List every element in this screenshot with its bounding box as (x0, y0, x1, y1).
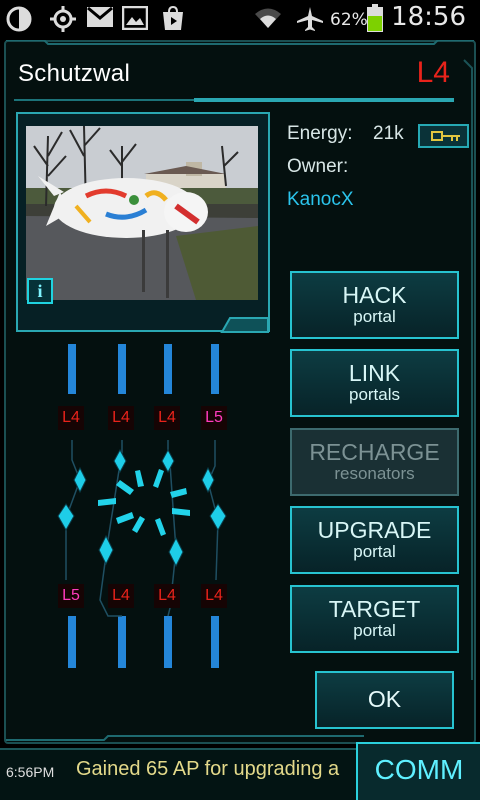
hack-portal-button[interactable]: HACK portal (290, 271, 459, 339)
resonator-diagram (57, 344, 227, 668)
resonator-gems (57, 448, 227, 568)
target-sublabel: portal (353, 621, 396, 640)
resonator-level-5: L5 (58, 584, 84, 608)
resonator-level-2: L4 (108, 406, 134, 430)
recharge-sublabel: resonators (334, 464, 415, 483)
portal-level: L4 (416, 56, 450, 89)
status-bar: 62% 18:56 (0, 0, 480, 36)
link-label: LINK (348, 360, 401, 386)
resonator-level-1: L4 (58, 406, 84, 430)
key-icon (431, 131, 460, 141)
gmail-icon (87, 6, 113, 27)
wifi-icon (255, 8, 281, 28)
resonator-level-3: L4 (154, 406, 180, 430)
energy-value: 21k (373, 123, 404, 144)
battery-icon (367, 4, 383, 32)
upgrade-sublabel: portal (353, 542, 396, 561)
clock: 18:56 (391, 2, 466, 32)
comm-button[interactable]: COMM (356, 742, 480, 800)
ok-button[interactable]: OK (315, 671, 454, 729)
play-store-icon (163, 6, 183, 30)
energy-label: Energy: (287, 123, 353, 144)
portal-title: Schutzwal (18, 60, 131, 87)
hack-label: HACK (342, 282, 407, 308)
target-portal-button[interactable]: TARGET portal (290, 585, 459, 653)
airplane-mode-icon (297, 7, 323, 31)
link-portals-button[interactable]: LINK portals (290, 349, 459, 417)
link-sublabel: portals (348, 385, 401, 404)
hack-sublabel: portal (353, 307, 396, 326)
resonator-level-7: L4 (154, 584, 180, 608)
owner-name[interactable]: KanocX (287, 189, 354, 211)
recharge-label: RECHARGE (309, 439, 440, 465)
resonator-level-4: L5 (201, 406, 227, 430)
portal-photo[interactable] (26, 126, 258, 300)
battery-percent: 62% (330, 10, 368, 30)
upgrade-label: UPGRADE (317, 517, 432, 543)
resonator-bars-bottom (68, 616, 219, 668)
resonator-links (65, 440, 219, 617)
gps-icon (50, 6, 76, 32)
gallery-icon (122, 6, 148, 30)
frame-tab-decoration (220, 317, 269, 333)
owner-label: Owner: (287, 156, 349, 177)
portal-center-spokes (98, 469, 190, 536)
resonator-level-6: L4 (108, 584, 134, 608)
ticker-message: Gained 65 AP for upgrading a (76, 758, 340, 780)
data-sync-icon (6, 6, 32, 32)
ticker-time: 6:56PM (6, 764, 55, 780)
title-divider (14, 98, 454, 102)
resonator-bars-top (68, 344, 219, 394)
recharge-resonators-button[interactable]: RECHARGE resonators (290, 428, 459, 496)
resonator-level-8: L4 (201, 584, 227, 608)
target-label: TARGET (328, 596, 421, 622)
upgrade-portal-button[interactable]: UPGRADE portal (290, 506, 459, 574)
portal-key-button[interactable] (418, 124, 469, 148)
portal-info-button[interactable]: i (27, 278, 53, 304)
